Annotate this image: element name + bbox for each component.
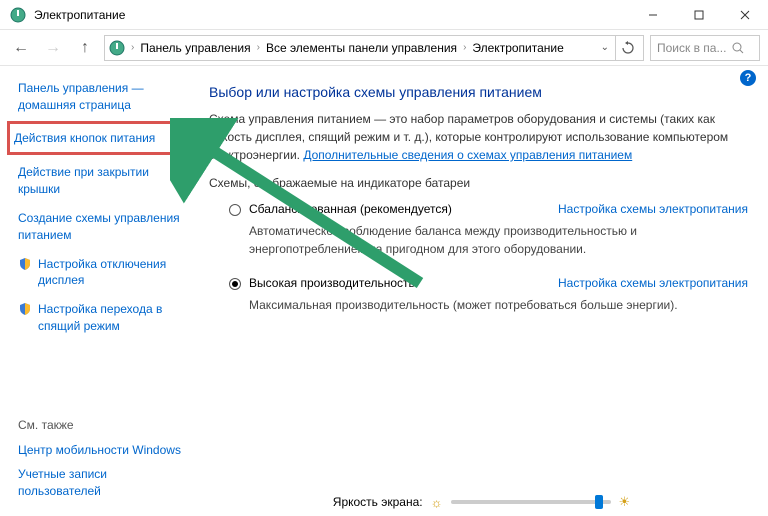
sidebar: Панель управления — домашняя страница Де… [0, 66, 195, 516]
power-options-icon [10, 7, 26, 23]
brightness-control: Яркость экрана: ☼ ☀ [195, 494, 768, 510]
forward-button[interactable]: → [40, 35, 66, 61]
brightness-slider[interactable] [451, 500, 611, 504]
main-content: Выбор или настройка схемы управления пит… [195, 66, 768, 516]
chevron-right-icon: › [257, 42, 260, 53]
plan-settings-link[interactable]: Настройка схемы электропитания [558, 276, 748, 290]
sidebar-link-display-off[interactable]: Настройка отключения дисплея [18, 256, 187, 290]
learn-more-link[interactable]: Дополнительные сведения о схемах управле… [303, 148, 632, 162]
refresh-button[interactable] [615, 36, 639, 60]
plan-name: Сбалансированная (рекомендуется) [249, 202, 558, 216]
page-heading: Выбор или настройка схемы управления пит… [209, 84, 748, 100]
sidebar-link-sleep[interactable]: Настройка перехода в спящий режим [18, 301, 187, 335]
plan-settings-link[interactable]: Настройка схемы электропитания [558, 202, 748, 216]
control-panel-home-link[interactable]: Панель управления — домашняя страница [18, 80, 187, 114]
power-plan-high-performance[interactable]: Высокая производительность Настройка схе… [209, 276, 748, 290]
slider-thumb[interactable] [595, 495, 603, 509]
power-plan-balanced[interactable]: Сбалансированная (рекомендуется) Настрой… [209, 202, 748, 216]
up-button[interactable]: ↑ [72, 35, 98, 61]
breadcrumb-item[interactable]: Панель управления [140, 41, 250, 55]
plan-name: Высокая производительность [249, 276, 558, 290]
search-icon [732, 42, 744, 54]
search-placeholder: Поиск в па... [657, 41, 726, 55]
plan-description: Автоматическое соблюдение баланса между … [209, 222, 748, 258]
window-title: Электропитание [34, 8, 630, 22]
breadcrumb-item[interactable]: Электропитание [472, 41, 563, 55]
chevron-right-icon: › [463, 42, 466, 53]
breadcrumb[interactable]: › Панель управления › Все элементы панел… [104, 35, 644, 61]
titlebar: Электропитание [0, 0, 768, 30]
chevron-right-icon: › [131, 42, 134, 53]
shield-icon [18, 257, 32, 271]
sidebar-link-power-buttons[interactable]: Действия кнопок питания [10, 124, 191, 153]
back-button[interactable]: ← [8, 35, 34, 61]
minimize-button[interactable] [630, 0, 676, 30]
plan-description: Максимальная производительность (может п… [209, 296, 748, 314]
sun-dim-icon: ☼ [431, 495, 443, 510]
power-options-icon [109, 40, 125, 56]
radio-button[interactable] [229, 278, 241, 290]
page-description: Схема управления питанием — это набор па… [209, 110, 748, 164]
plans-section-label: Схемы, отображаемые на индикаторе батаре… [209, 176, 748, 190]
sun-bright-icon: ☀ [619, 494, 631, 510]
window-controls [630, 0, 768, 30]
sidebar-link-create-plan[interactable]: Создание схемы управления питанием [18, 210, 187, 244]
see-also-user-accounts[interactable]: Учетные записи пользователей [18, 466, 187, 500]
close-button[interactable] [722, 0, 768, 30]
radio-button[interactable] [229, 204, 241, 216]
see-also-mobility-center[interactable]: Центр мобильности Windows [18, 442, 187, 459]
chevron-down-icon[interactable]: ⌄ [601, 42, 609, 53]
search-input[interactable]: Поиск в па... [650, 35, 760, 61]
navbar: ← → ↑ › Панель управления › Все элементы… [0, 30, 768, 66]
brightness-label: Яркость экрана: [333, 495, 423, 509]
sidebar-link-lid-close[interactable]: Действие при закрытии крышки [18, 164, 187, 198]
maximize-button[interactable] [676, 0, 722, 30]
see-also-label: См. также [18, 418, 187, 432]
shield-icon [18, 302, 32, 316]
breadcrumb-item[interactable]: Все элементы панели управления [266, 41, 457, 55]
